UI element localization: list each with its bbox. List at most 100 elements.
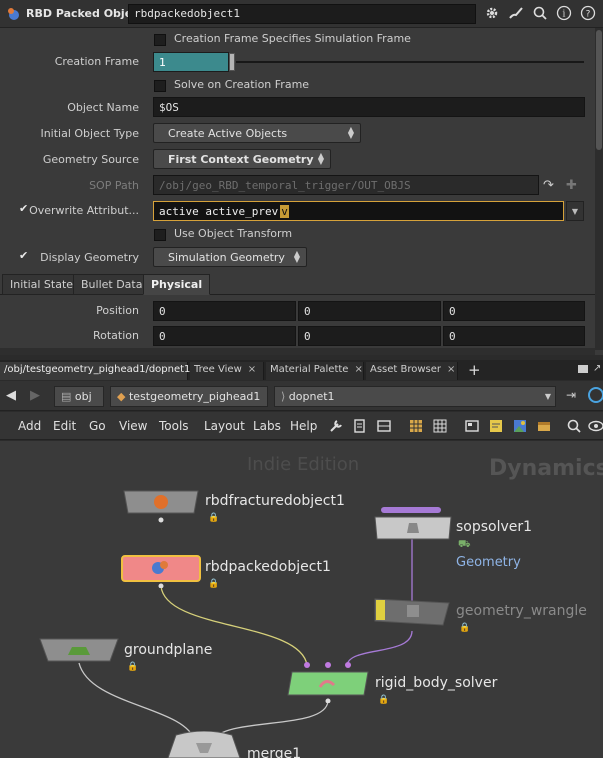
pane-resize-handle[interactable] (0, 348, 595, 355)
menu-labs[interactable]: Labs (253, 419, 281, 433)
grid-icon[interactable] (408, 418, 424, 434)
tab-tree-view[interactable]: Tree View × (190, 362, 264, 380)
menu-edit[interactable]: Edit (53, 419, 76, 433)
overwrite-dropdown-button[interactable]: ▼ (566, 201, 584, 221)
node-chooser-icon[interactable]: ✚ (566, 178, 577, 193)
breadcrumb-label: obj (74, 390, 92, 403)
close-icon[interactable]: × (354, 364, 362, 375)
menu-tools[interactable]: Tools (159, 419, 189, 433)
breadcrumb-geo[interactable]: ◆ testgeometry_pighead1 (110, 386, 268, 407)
network-box-icon[interactable] (536, 418, 552, 434)
solve-on-creation-checkbox[interactable] (154, 80, 166, 92)
jump-icon[interactable]: ↷ (543, 178, 554, 193)
rbd-node-icon (8, 8, 19, 20)
creation-frame-specifies-label: Creation Frame Specifies Simulation Fram… (174, 32, 411, 45)
merge-node[interactable] (164, 731, 244, 758)
wrangle-node[interactable] (373, 597, 453, 631)
tab-initial-state[interactable]: Initial State (2, 274, 82, 295)
text-caret: v (280, 205, 289, 218)
wrench-icon[interactable] (328, 418, 344, 434)
network-menu-bar: Add Edit Go View Tools Layout Labs Help (0, 412, 603, 440)
geometry-source-value: First Context Geometry (168, 153, 314, 166)
tab-physical[interactable]: Physical (143, 274, 211, 295)
pane-menu-icon[interactable] (578, 365, 588, 373)
display-geometry-label: Display Geometry (40, 251, 139, 264)
add-tab-icon[interactable]: + (468, 361, 481, 379)
menu-view[interactable]: View (119, 419, 147, 433)
geometry-source-menu[interactable]: First Context Geometry ▲ ▼ (153, 149, 331, 169)
rotation-z-field[interactable]: 0 (443, 326, 585, 346)
pane-arrow-icon[interactable]: ↗ (593, 363, 601, 374)
rigid-body-solver-node[interactable] (286, 659, 370, 703)
breadcrumb-dop[interactable]: ⟩ dopnet1 ▼ (274, 386, 556, 407)
tab-bullet-data[interactable]: Bullet Data (73, 274, 151, 295)
svg-text:?: ? (586, 10, 591, 20)
tab-network-dopnet[interactable]: /obj/testgeometry_pighead1/dopnet1× (0, 362, 205, 380)
folder-icon: ▤ (61, 390, 72, 403)
position-y-field[interactable]: 0 (298, 301, 441, 321)
groundplane-node[interactable] (38, 637, 120, 667)
geo-node-icon: ◆ (117, 390, 126, 403)
initial-object-type-value: Create Active Objects (168, 127, 288, 140)
tab-label: Material Palette (270, 364, 349, 375)
node-label-merge: merge1 (247, 746, 302, 758)
help-icon[interactable]: ? (579, 4, 597, 22)
overwrite-value: active active_prev (159, 205, 279, 218)
close-icon[interactable]: × (248, 364, 256, 375)
breadcrumb-label: dopnet1 (288, 390, 335, 403)
info-icon[interactable]: i (555, 4, 573, 22)
sticky-note-icon[interactable] (488, 418, 504, 434)
overwrite-field[interactable]: active active_prev v (153, 201, 564, 221)
search-icon[interactable] (566, 418, 582, 434)
creation-frame-field[interactable]: 1 (153, 52, 229, 72)
menu-layout[interactable]: Layout (204, 419, 245, 433)
eye-icon[interactable] (588, 418, 603, 434)
search-icon[interactable] (531, 4, 549, 22)
node-label-rbdpacked: rbdpackedobject1 (205, 559, 331, 575)
sopsolver-node[interactable] (373, 505, 453, 541)
position-z-field[interactable]: 0 (443, 301, 585, 321)
image-icon[interactable] (512, 418, 528, 434)
node-name-field[interactable]: rbdpackedobject1 (128, 4, 476, 24)
breadcrumb-obj[interactable]: ▤ obj (54, 386, 104, 407)
menu-go[interactable]: Go (89, 419, 106, 433)
menu-arrows-icon: ▲ ▼ (293, 249, 300, 264)
rotation-y-field[interactable]: 0 (298, 326, 441, 346)
geometry-source-label: Geometry Source (42, 153, 139, 166)
tab-material-palette[interactable]: Material Palette × (266, 362, 364, 380)
menu-add[interactable]: Add (18, 419, 41, 433)
parameter-scrollbar[interactable] (595, 28, 603, 350)
rotation-x-field[interactable]: 0 (153, 326, 296, 346)
pin-icon[interactable]: ⇥ (566, 388, 576, 402)
gear-icon[interactable] (483, 4, 501, 22)
list-icon[interactable] (352, 418, 368, 434)
geometry-badge-icon: ⛟ (458, 539, 471, 550)
lock-icon: 🔒 (459, 623, 471, 633)
brush-icon[interactable] (507, 4, 525, 22)
object-name-field[interactable]: $OS (153, 97, 585, 117)
position-x-field[interactable]: 0 (153, 301, 296, 321)
scrollbar-thumb[interactable] (596, 30, 602, 150)
link-icon[interactable] (588, 387, 603, 403)
tab-asset-browser[interactable]: Asset Browser × (366, 362, 458, 380)
creation-frame-slider-track[interactable] (236, 61, 584, 63)
creation-frame-specifies-checkbox[interactable] (154, 34, 166, 46)
use-object-transform-checkbox[interactable] (154, 229, 166, 241)
table-icon[interactable] (376, 418, 392, 434)
display-geometry-value: Simulation Geometry (168, 251, 285, 264)
node-label-solver: rigid_body_solver (375, 675, 498, 691)
rbdfractured-node[interactable] (122, 489, 200, 523)
close-icon[interactable]: × (447, 364, 455, 375)
menu-help[interactable]: Help (290, 419, 317, 433)
initial-object-type-menu[interactable]: Create Active Objects ▲ ▼ (153, 123, 361, 143)
sop-path-field[interactable]: /obj/geo_RBD_temporal_trigger/OUT_OBJS (153, 175, 539, 195)
rotation-label: Rotation (92, 329, 139, 342)
parameter-icon[interactable] (464, 418, 480, 434)
forward-arrow-icon[interactable]: ▶ (30, 388, 40, 403)
dots-grid-icon[interactable] (432, 418, 448, 434)
display-geometry-menu[interactable]: Simulation Geometry ▲ ▼ (153, 247, 307, 267)
back-arrow-icon[interactable]: ◀ (6, 388, 16, 403)
network-editor[interactable]: Indie Edition Dynamics rbdfracturedobjec… (0, 441, 603, 758)
rbdpacked-node[interactable] (120, 554, 202, 588)
creation-frame-slider-handle[interactable] (229, 53, 235, 71)
